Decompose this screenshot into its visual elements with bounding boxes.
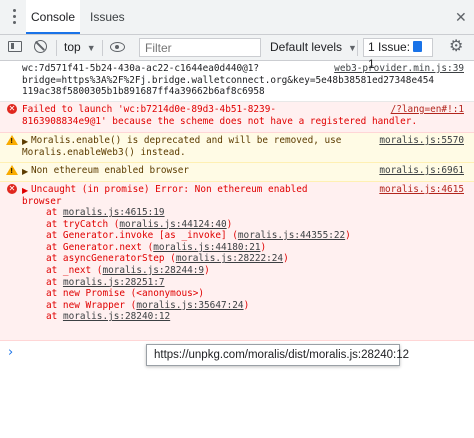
stack-frame-link[interactable]: moralis.js:28222:24	[176, 253, 283, 264]
stack-trace: at moralis.js:4615:19 at tryCatch (morali…	[46, 207, 351, 323]
issue-info-icon	[413, 41, 423, 52]
stack-frame: at new Wrapper (moralis.js:35647:24)	[46, 299, 250, 311]
console-message-warning: ▶ Non ethereum enabled browser moralis.j…	[0, 163, 474, 182]
source-link[interactable]: moralis.js:6961	[379, 165, 464, 177]
toolbar-divider	[102, 40, 103, 56]
chevron-down-icon: ▼	[86, 43, 96, 53]
stack-frame: at moralis.js:28240:12	[46, 311, 171, 323]
chevron-down-icon: ▼	[348, 43, 357, 53]
stack-frame: at _next (moralis.js:28244:9)	[46, 264, 210, 276]
devtools-tab-bar: Console Issues ✕	[0, 0, 474, 35]
close-drawer-icon[interactable]: ✕	[455, 8, 467, 26]
show-sidebar-icon[interactable]	[8, 41, 22, 52]
toolbar-divider	[357, 40, 358, 56]
source-link[interactable]: web3-provider.min.js:39	[334, 63, 464, 75]
clear-console-icon[interactable]	[34, 40, 47, 53]
expand-triangle-icon[interactable]: ▶	[22, 166, 28, 178]
tab-issues[interactable]: Issues	[90, 0, 125, 34]
expand-triangle-icon[interactable]: ▶	[22, 136, 28, 148]
stack-frame-link[interactable]: moralis.js:28240:12	[63, 311, 170, 322]
gear-icon[interactable]: ⚙	[449, 39, 463, 55]
live-expression-eye-icon[interactable]	[110, 42, 125, 52]
log-levels-dropdown[interactable]: Default levels ▼	[270, 35, 357, 60]
message-text: Uncaught (in promise) Error: Non ethereu…	[22, 184, 308, 207]
warning-icon	[6, 135, 18, 148]
stack-frame: at tryCatch (moralis.js:44124:40)	[46, 218, 233, 230]
message-text: Non ethereum enabled browser	[31, 165, 190, 176]
context-label: top	[64, 40, 81, 54]
stack-frame: at moralis.js:28251:7	[46, 276, 165, 288]
log-levels-label: Default levels	[270, 40, 343, 54]
stack-frame-link[interactable]: moralis.js:28244:9	[102, 265, 204, 276]
console-message-error: ✕ Failed to launch 'wc:b7214d0e-89d3-4b5…	[0, 102, 474, 133]
stack-frame-link[interactable]: moralis.js:44124:40	[119, 219, 226, 230]
context-selector[interactable]: top ▼	[64, 35, 96, 60]
message-text: Moralis.enable() is deprecated and will …	[22, 135, 342, 158]
more-menu-icon[interactable]	[10, 9, 18, 27]
console-message-error-stack: ✕ ▶ Uncaught (in promise) Error: Non eth…	[0, 182, 474, 341]
console-prompt[interactable]: ›	[8, 345, 13, 360]
warning-icon	[6, 165, 18, 178]
tab-console[interactable]: Console	[26, 0, 80, 34]
issues-label: 1 Issue:	[368, 40, 411, 54]
filter-input[interactable]	[139, 38, 261, 57]
stack-frame-link[interactable]: moralis.js:4615:19	[63, 207, 165, 218]
message-text: Failed to launch 'wc:b7214d0e-89d3-4b51-…	[22, 104, 418, 127]
console-message-warning: ▶ Moralis.enable() is deprecated and wil…	[0, 133, 474, 163]
toolbar-divider	[56, 40, 57, 56]
source-link[interactable]: moralis.js:5570	[379, 135, 464, 147]
stack-frame-link[interactable]: moralis.js:28251:7	[63, 277, 165, 288]
collapse-triangle-icon[interactable]: ▶	[22, 185, 28, 197]
stack-frame-link[interactable]: moralis.js:44355:22	[238, 230, 345, 241]
stack-frame: at Generator.invoke [as _invoke] (morali…	[46, 230, 351, 242]
stack-frame-link[interactable]: moralis.js:35647:24	[136, 300, 243, 311]
stack-frame-link[interactable]: moralis.js:44180:21	[153, 242, 260, 253]
stack-frame: at new Promise (<anonymous>)	[46, 288, 205, 300]
stack-frame: at moralis.js:4615:19	[46, 207, 165, 218]
stack-frame: at asyncGeneratorStep (moralis.js:28222:…	[46, 253, 289, 265]
error-icon: ✕	[7, 104, 17, 114]
console-toolbar: top ▼ Default levels ▼ 1 Issue: 1 ⚙	[0, 35, 474, 71]
console-message-log: wc:7d571f41-5b24-430a-ac22-c1644ea0d440@…	[0, 61, 474, 102]
stack-frame: at Generator.next (moralis.js:44180:21)	[46, 241, 267, 253]
error-icon: ✕	[7, 184, 17, 194]
source-link[interactable]: moralis.js:4615	[379, 184, 464, 196]
link-tooltip: https://unpkg.com/moralis/dist/moralis.j…	[146, 344, 409, 366]
issues-counter-button[interactable]: 1 Issue: 1	[363, 38, 433, 71]
source-link[interactable]: /?lang=en#!:1	[391, 104, 464, 116]
